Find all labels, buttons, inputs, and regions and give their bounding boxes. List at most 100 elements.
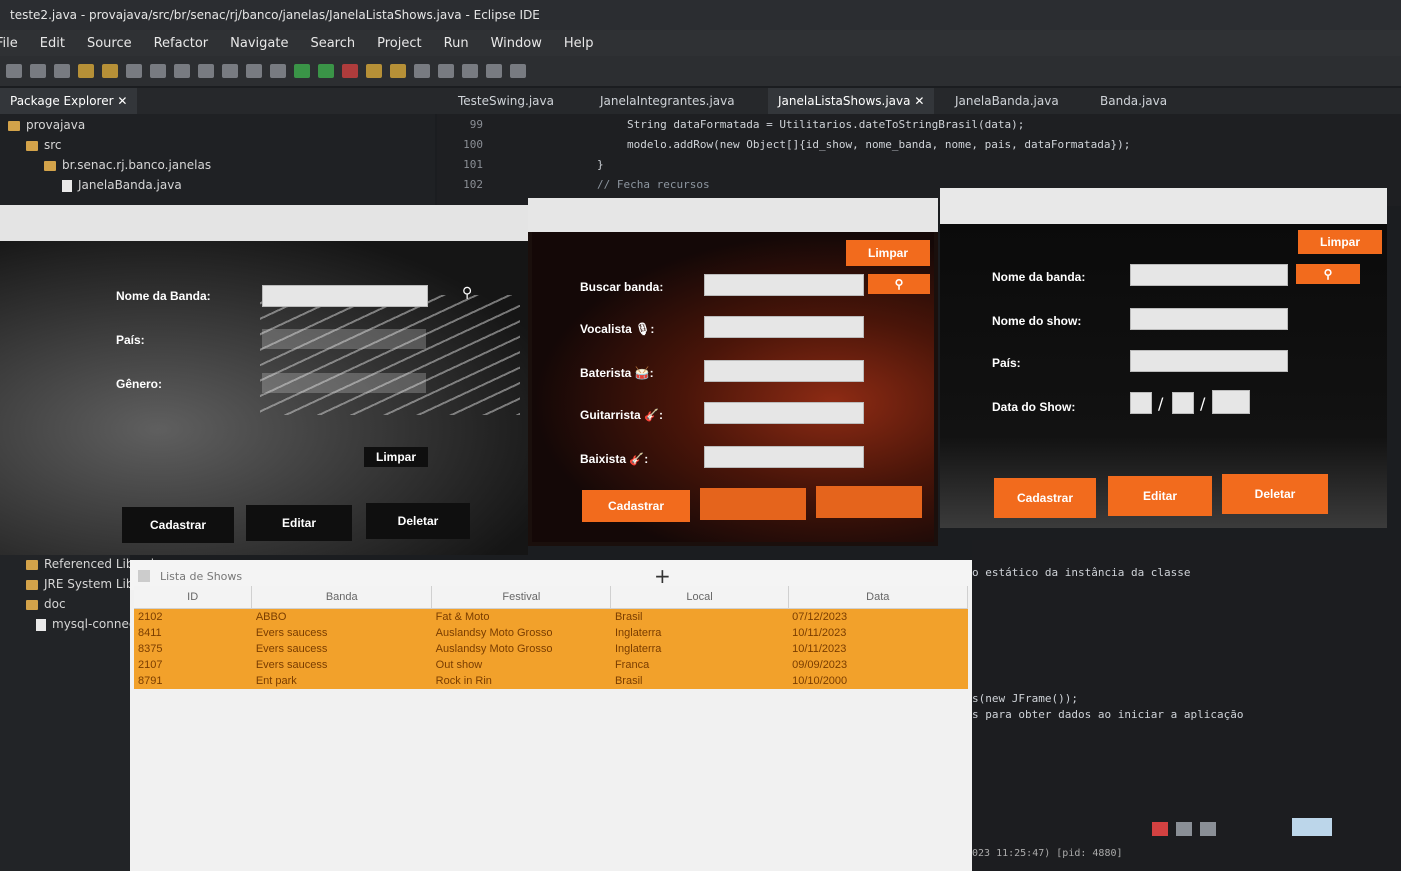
tree-package[interactable]: br.senac.rj.banco.janelas — [44, 158, 211, 172]
menu-navigate[interactable]: Navigate — [230, 36, 288, 51]
month-input[interactable] — [1172, 392, 1194, 414]
menu-run[interactable]: Run — [444, 36, 469, 51]
pais-input[interactable] — [1130, 350, 1288, 372]
new-icon[interactable] — [6, 64, 22, 78]
day-input[interactable] — [1130, 392, 1152, 414]
crosshair-cursor-icon: + — [654, 564, 671, 588]
pais-input[interactable] — [262, 329, 426, 349]
limpar-button[interactable]: Limpar — [846, 240, 930, 266]
tab-janelaintegrantes[interactable]: JanelaIntegrantes.java — [590, 88, 745, 114]
forward-icon[interactable] — [510, 64, 526, 78]
integrantes-window-titlebar[interactable] — [528, 198, 938, 232]
deletar-button[interactable] — [816, 486, 922, 518]
banda-window-titlebar[interactable] — [0, 205, 528, 241]
buscar-banda-input[interactable] — [704, 274, 864, 296]
table-row[interactable]: 8791 Ent park Rock in Rin Brasil 10/10/2… — [134, 673, 968, 689]
menu-refactor[interactable]: Refactor — [154, 36, 209, 51]
column-header-banda[interactable]: Banda — [251, 586, 433, 609]
step-into-icon[interactable] — [246, 64, 262, 78]
cadastrar-button[interactable]: Cadastrar — [582, 490, 690, 522]
cell-banda: ABBO — [251, 608, 432, 625]
table-row[interactable]: 8375 Evers saucess Auslandsy Moto Grosso… — [134, 641, 968, 657]
nome-banda-input[interactable] — [262, 285, 428, 307]
table-row[interactable]: 2102 ABBO Fat & Moto Brasil 07/12/2023 — [134, 608, 968, 625]
tab-package-explorer[interactable]: Package Explorer ✕ — [0, 88, 138, 116]
menu-source[interactable]: Source — [87, 36, 132, 51]
menu-help[interactable]: Help — [564, 36, 594, 51]
column-header-id[interactable]: ID — [134, 586, 253, 609]
integrantes-window: Limpar Buscar banda: ⚲ Vocalista 🎙: Bate… — [528, 198, 938, 546]
tree-src[interactable]: src — [26, 138, 62, 152]
tree-doc[interactable]: doc — [26, 597, 66, 611]
tab-testeswing[interactable]: TesteSwing.java — [448, 88, 564, 114]
limpar-button[interactable]: Limpar — [364, 447, 428, 467]
menu-file[interactable]: File — [0, 36, 18, 51]
line-number: 100 — [463, 138, 483, 151]
shows-table[interactable]: ID Banda Festival Local Data 2102 ABBO F… — [134, 586, 969, 689]
search-icon[interactable]: ⚲ — [462, 285, 472, 301]
remove-launch-icon[interactable] — [1176, 822, 1192, 836]
window-title: teste2.java - provajava/src/br/senac/rj/… — [10, 8, 540, 22]
menu-edit[interactable]: Edit — [40, 36, 65, 51]
table-row[interactable]: 2107 Evers saucess Out show Franca 09/09… — [134, 657, 968, 673]
coverage-icon[interactable] — [342, 64, 358, 78]
print-icon[interactable] — [126, 64, 142, 78]
open-type-icon[interactable] — [366, 64, 382, 78]
tab-janelalistashows[interactable]: JanelaListaShows.java ✕ — [768, 88, 935, 116]
terminate-console-icon[interactable] — [1152, 822, 1168, 836]
nome-show-input[interactable] — [1130, 308, 1288, 330]
skip-icon[interactable] — [150, 64, 166, 78]
save-all-icon[interactable] — [54, 64, 70, 78]
baixista-input[interactable] — [704, 446, 864, 468]
build-all-icon[interactable] — [102, 64, 118, 78]
tree-project[interactable]: provajava — [8, 118, 85, 132]
limpar-button[interactable]: Limpar — [1298, 230, 1382, 254]
search-tool-icon[interactable] — [414, 64, 430, 78]
annotation-icon[interactable] — [438, 64, 454, 78]
editar-button[interactable]: Editar — [246, 505, 352, 541]
resume-icon[interactable] — [174, 64, 190, 78]
cell-banda: Evers saucess — [251, 657, 432, 673]
pin-icon[interactable] — [462, 64, 478, 78]
suspend-icon[interactable] — [198, 64, 214, 78]
column-header-data[interactable]: Data — [788, 586, 969, 609]
menu-project[interactable]: Project — [377, 36, 421, 51]
tab-janelabanda[interactable]: JanelaBanda.java — [945, 88, 1069, 114]
cell-local: Brasil — [610, 608, 789, 625]
shows-window-titlebar[interactable] — [940, 188, 1387, 224]
run-icon[interactable] — [318, 64, 334, 78]
deletar-button[interactable]: Deletar — [1222, 474, 1328, 514]
menu-window[interactable]: Window — [491, 36, 542, 51]
guitarrista-input[interactable] — [704, 402, 864, 424]
search-button[interactable]: ⚲ — [868, 274, 930, 294]
debug-icon[interactable] — [294, 64, 310, 78]
lista-window-title: Lista de Shows — [160, 570, 243, 583]
back-icon[interactable] — [486, 64, 502, 78]
clear-console-icon[interactable] — [1200, 822, 1216, 836]
save-icon[interactable] — [30, 64, 46, 78]
nome-banda-label: Nome da banda: — [992, 270, 1086, 284]
cell-local: Brasil — [610, 673, 789, 689]
build-icon[interactable] — [78, 64, 94, 78]
console-view-icon[interactable] — [1292, 818, 1332, 836]
terminate-icon[interactable] — [222, 64, 238, 78]
baterista-input[interactable] — [704, 360, 864, 382]
table-row[interactable]: 8411 Evers saucess Auslandsy Moto Grosso… — [134, 625, 968, 641]
open-task-icon[interactable] — [390, 64, 406, 78]
editar-button[interactable]: Editar — [1108, 476, 1212, 516]
search-button[interactable]: ⚲ — [1296, 264, 1360, 284]
nome-banda-input[interactable] — [1130, 264, 1288, 286]
tab-banda[interactable]: Banda.java — [1090, 88, 1177, 114]
genero-input[interactable] — [262, 373, 426, 393]
tree-file[interactable]: JanelaBanda.java — [62, 178, 182, 192]
cadastrar-button[interactable]: Cadastrar — [994, 478, 1096, 518]
cadastrar-button[interactable]: Cadastrar — [122, 507, 234, 543]
column-header-local[interactable]: Local — [610, 586, 789, 609]
column-header-festival[interactable]: Festival — [431, 586, 612, 609]
menu-search[interactable]: Search — [310, 36, 355, 51]
step-over-icon[interactable] — [270, 64, 286, 78]
deletar-button[interactable]: Deletar — [366, 503, 470, 539]
vocalista-input[interactable] — [704, 316, 864, 338]
year-input[interactable] — [1212, 390, 1250, 414]
editar-button[interactable] — [700, 488, 806, 520]
